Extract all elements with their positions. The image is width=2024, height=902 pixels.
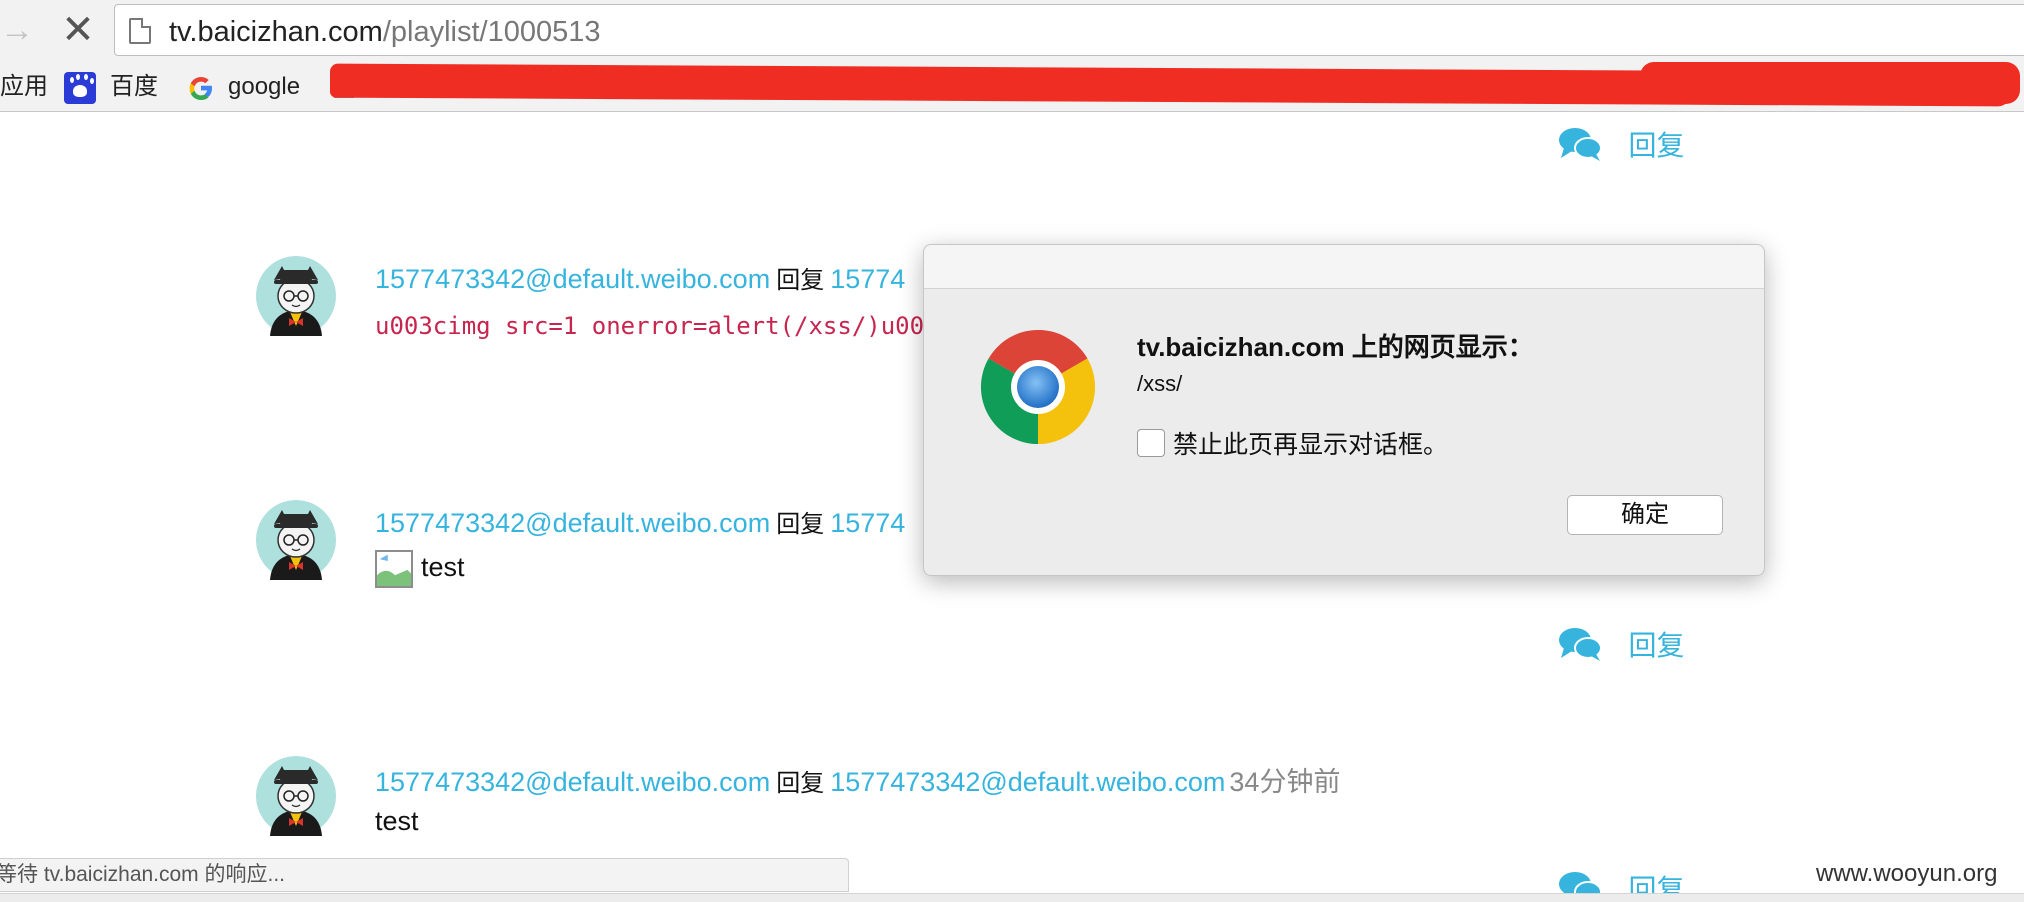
- reply-word: 回复: [776, 770, 825, 797]
- reply-link[interactable]: 回复: [1558, 124, 1684, 164]
- bookmark-apps[interactable]: 应用: [0, 70, 48, 104]
- reply-label: 回复: [1628, 130, 1685, 161]
- dialog-titlebar[interactable]: [924, 245, 1764, 289]
- suppress-dialogs-option[interactable]: 禁止此页再显示对话框。: [1137, 425, 1448, 459]
- alert-dialog: tv.baicizhan.com 上的网页显示： /xss/ 禁止此页再显示对话…: [923, 244, 1765, 576]
- comments-icon: [1559, 628, 1602, 661]
- comment-author-link[interactable]: 1577473342@default.weibo.com: [375, 264, 770, 294]
- comment-item: 1577473342@default.weibo.com 回复 1577473342…: [256, 756, 1956, 846]
- suppress-dialogs-checkbox[interactable]: [1137, 429, 1165, 457]
- comment-body: test: [375, 806, 419, 836]
- url-host: tv.baicizhan.com: [169, 16, 383, 48]
- comment-header: 1577473342@default.weibo.com 回复 15774: [375, 504, 905, 539]
- stop-loading-icon[interactable]: ✕: [58, 10, 98, 50]
- comment-body: u003cimg src=1 onerror=alert(/xss/)u00: [375, 312, 925, 340]
- comment-text: test: [421, 552, 465, 583]
- dialog-message: /xss/: [1137, 371, 1183, 396]
- status-bubble: 等待 tv.baicizhan.com 的响应...: [0, 858, 849, 892]
- browser-toolbar: → ✕ tv.baicizhan.com/playlist/1000513: [0, 0, 2024, 62]
- comment-header: 1577473342@default.weibo.com 回复 15774: [375, 260, 905, 295]
- google-icon: [189, 76, 212, 100]
- bookmark-google[interactable]: google: [186, 70, 300, 104]
- avatar[interactable]: [256, 756, 336, 836]
- page-icon: [129, 18, 151, 44]
- reply-word: 回复: [776, 511, 825, 538]
- redaction-mark: [1640, 62, 2020, 104]
- forward-arrow-icon[interactable]: →: [0, 12, 36, 48]
- status-text: 等待 tv.baicizhan.com 的响应...: [0, 863, 286, 886]
- comment-header: 1577473342@default.weibo.com 回复 1577473342…: [375, 760, 1340, 799]
- reply-label: 回复: [1628, 630, 1685, 661]
- address-bar[interactable]: tv.baicizhan.com/playlist/1000513: [114, 4, 2024, 56]
- reply-target-link[interactable]: 1577473342@default.weibo.com: [830, 767, 1225, 797]
- watermark: www.wooyun.org: [1816, 860, 1998, 887]
- bookmark-label: 百度: [110, 73, 158, 100]
- baidu-icon: [64, 71, 96, 104]
- bookmark-baidu[interactable]: 百度: [64, 70, 158, 104]
- bottom-bar: [0, 893, 2024, 902]
- reply-target-link[interactable]: 15774: [830, 508, 905, 538]
- comment-author-link[interactable]: 1577473342@default.weibo.com: [375, 508, 770, 538]
- broken-image-icon: [375, 550, 413, 588]
- reply-link[interactable]: 回复: [1558, 624, 1684, 664]
- dialog-title: tv.baicizhan.com 上的网页显示：: [1137, 332, 1534, 362]
- url-text[interactable]: tv.baicizhan.com/playlist/1000513: [169, 16, 601, 49]
- reply-target-link[interactable]: 15774: [830, 264, 905, 294]
- chrome-logo-icon: [980, 330, 1096, 444]
- comment-body: test: [375, 550, 465, 588]
- avatar[interactable]: [256, 500, 336, 580]
- comment-author-link[interactable]: 1577473342@default.weibo.com: [375, 767, 770, 797]
- comments-icon: [1559, 128, 1602, 161]
- bookmark-label: google: [228, 73, 301, 100]
- suppress-dialogs-label[interactable]: 禁止此页再显示对话框。: [1173, 425, 1448, 461]
- ok-button[interactable]: 确定: [1567, 495, 1723, 535]
- url-path: /playlist/1000513: [382, 16, 601, 48]
- browser-window: → ✕ tv.baicizhan.com/playlist/1000513 应用…: [0, 0, 2024, 902]
- avatar[interactable]: [256, 256, 336, 336]
- reply-word: 回复: [776, 267, 825, 294]
- comment-timestamp: 34分钟前: [1229, 767, 1341, 797]
